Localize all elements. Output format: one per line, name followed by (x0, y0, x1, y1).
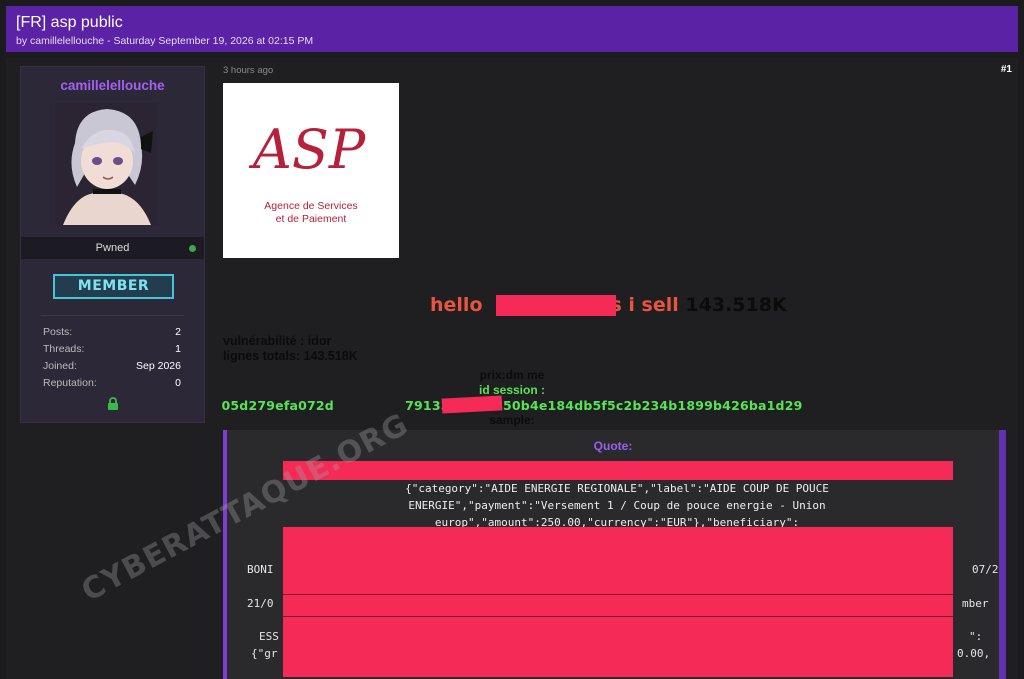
stat-value: 2 (175, 326, 181, 338)
quote-label: Quote: (593, 439, 633, 453)
post-number-link[interactable]: #1 (1001, 64, 1012, 75)
stat-posts: Posts: 2 (43, 326, 181, 343)
redaction-block (283, 527, 953, 677)
hello-sell: s i sell (610, 294, 679, 316)
post-timestamp: 3 hours ago (223, 65, 274, 76)
hello-count: 143.518K (685, 294, 787, 316)
username-link[interactable]: camillelellouche (21, 78, 204, 93)
quote-fragment: ": (969, 630, 983, 643)
redaction-block (441, 395, 503, 414)
stat-label: Threads: (43, 343, 85, 355)
avatar[interactable] (55, 103, 157, 225)
online-status: Pwned (21, 237, 204, 259)
hello-text: hello (430, 294, 483, 316)
quote-json: {"category":"AIDE ENERGIE REGIONALE","la… (287, 480, 947, 531)
member-badge: MEMBER (53, 274, 174, 299)
stat-value: 1 (175, 343, 181, 355)
thread-header: [FR] asp public by camillelellouche - Sa… (6, 6, 1018, 52)
quote-fragment: 0.00, (957, 647, 991, 660)
lines-total: lignes totals: 143.518K (223, 349, 358, 363)
logo-line-2: et de Paiement (276, 213, 347, 225)
vuln-info: vulnérabilité : idor lignes totals: 143.… (223, 334, 358, 364)
logo-mark: ASP (248, 118, 367, 181)
quote-block: Quote: {"category":"AIDE ENERGIE REGIONA… (223, 430, 1006, 679)
thread-title: [FR] asp public (16, 14, 123, 31)
redaction-seam (283, 594, 953, 595)
id-session-label: id session : (478, 383, 546, 397)
quote-fragment: BONI (247, 563, 274, 576)
redaction-block (283, 461, 953, 480)
divider (41, 315, 184, 316)
stat-label: Posts: (43, 326, 73, 338)
logo-line-1: Agence de Services (264, 200, 357, 212)
sample-label: sample: (489, 413, 535, 427)
quote-line: {"category":"AIDE ENERGIE REGIONALE","la… (405, 482, 829, 495)
vuln-line: vulnérabilité : idor (223, 334, 332, 348)
price-line: prix:dm me (479, 368, 545, 382)
quote-fragment: {"gr (251, 647, 278, 660)
redaction-block (496, 295, 616, 316)
session-hash: 05d279efa072d 7913564892750b4e184db5f5c2… (221, 398, 803, 413)
quote-line: ENERGIE","payment":"Versement 1 / Coup d… (408, 499, 826, 512)
quote-fragment: 21/0 (247, 597, 274, 610)
stat-threads: Threads: 1 (43, 343, 181, 360)
online-dot-icon (189, 245, 196, 252)
post-container: camillelellouche Pwned MEMBER Posts: 2 T… (6, 58, 1018, 679)
thread-subtitle: by camillelellouche - Saturday September… (16, 35, 314, 47)
user-title: Pwned (95, 242, 130, 254)
redaction-seam (283, 616, 953, 617)
quote-fragment: 07/2 (972, 563, 999, 576)
quote-fragment: mber (962, 597, 989, 610)
quote-fragment: ESS (259, 630, 279, 643)
asp-logo-image: ASP Agence de Services et de Paiement (223, 83, 399, 258)
